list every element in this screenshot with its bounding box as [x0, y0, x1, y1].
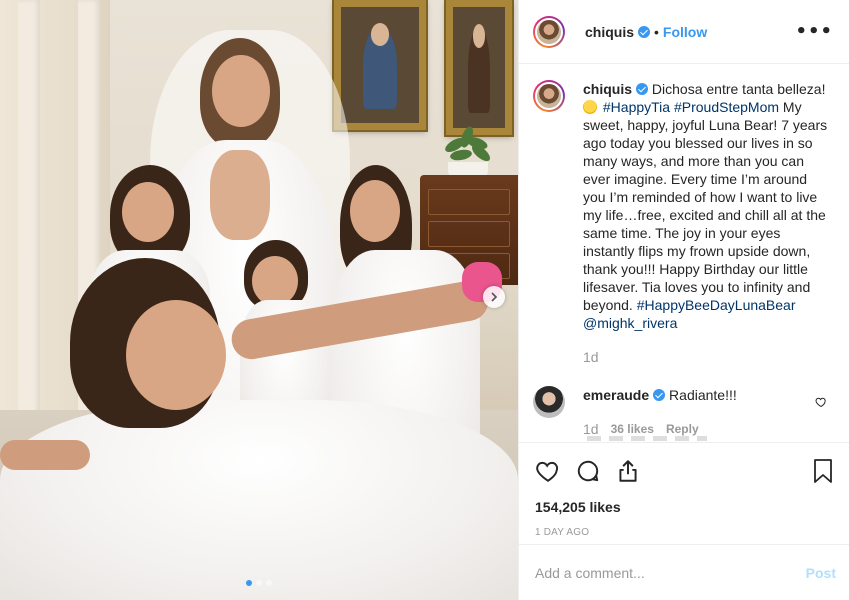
post-photo[interactable] — [0, 0, 518, 600]
comment-input[interactable] — [535, 564, 806, 581]
carousel-next-button[interactable] — [483, 286, 505, 308]
comment-body: emeraude Radiante!!! 1d 36 likes Reply — [583, 386, 833, 438]
verified-badge-icon — [653, 389, 666, 401]
carousel-dot — [256, 580, 262, 586]
author-avatar[interactable] — [533, 15, 565, 48]
comment-button[interactable] — [575, 458, 601, 484]
comment-username[interactable]: emeraude — [583, 387, 649, 403]
add-comment-bar: Post — [519, 544, 849, 600]
header-separator: • — [654, 23, 659, 40]
verified-badge-icon — [638, 25, 651, 38]
save-button[interactable] — [811, 458, 835, 484]
follow-button[interactable]: Follow — [663, 24, 707, 40]
commenter-avatar[interactable] — [533, 386, 565, 418]
reply-button[interactable]: Reply — [666, 422, 699, 436]
photo-pilaster — [18, 0, 40, 420]
photo-painting — [446, 0, 512, 135]
heart-icon — [536, 461, 559, 482]
chevron-right-icon — [491, 292, 498, 302]
verified-badge-icon — [636, 83, 649, 95]
comments-list[interactable]: chiquis Dichosa entre tanta belleza! #Ha… — [519, 64, 849, 442]
comment-item: emeraude Radiante!!! 1d 36 likes Reply — [533, 386, 833, 438]
carousel-dot — [266, 580, 272, 586]
mention-link[interactable]: @mighk_rivera — [583, 315, 677, 331]
photo-painting — [334, 0, 426, 130]
post-side-panel: chiquis • Follow ••• chiquis Dichosa ent… — [518, 0, 849, 600]
instagram-post: chiquis • Follow ••• chiquis Dichosa ent… — [0, 0, 849, 600]
caption-text: My sweet, happy, joyful Luna Bear! 7 yea… — [583, 99, 828, 313]
more-comments-fade — [587, 436, 707, 441]
share-icon — [619, 460, 637, 482]
caption-comment: chiquis Dichosa entre tanta belleza! #Ha… — [533, 80, 833, 366]
post-actions: 154,205 likes 1 DAY AGO — [519, 442, 849, 538]
post-comment-button[interactable]: Post — [806, 565, 836, 581]
caption-avatar[interactable] — [533, 80, 565, 112]
hashtag-link[interactable]: #ProudStepMom — [674, 99, 779, 115]
smiling-face-icon — [583, 100, 597, 114]
caption-text: Dichosa entre tanta belleza! — [651, 81, 826, 97]
carousel-dots — [0, 580, 518, 586]
caption-username[interactable]: chiquis — [583, 81, 632, 97]
hashtag-link[interactable]: #HappyTia — [603, 99, 670, 115]
post-timestamp[interactable]: 1 DAY AGO — [535, 527, 835, 538]
hashtag-link[interactable]: #HappyBeeDayLunaBear — [637, 297, 796, 313]
bookmark-icon — [814, 459, 832, 483]
more-options-button[interactable]: ••• — [795, 21, 833, 42]
share-button[interactable] — [615, 458, 641, 484]
post-header: chiquis • Follow ••• — [519, 0, 849, 64]
like-comment-heart-icon[interactable] — [815, 396, 827, 408]
likes-count[interactable]: 154,205 likes — [535, 499, 835, 515]
carousel-dot — [246, 580, 252, 586]
caption-body: chiquis Dichosa entre tanta belleza! #Ha… — [583, 80, 833, 366]
comment-bubble-icon — [577, 460, 599, 482]
like-button[interactable] — [535, 458, 561, 484]
comment-text: Radiante!!! — [669, 387, 737, 403]
author-username[interactable]: chiquis — [585, 24, 634, 40]
caption-age[interactable]: 1d — [583, 348, 599, 366]
